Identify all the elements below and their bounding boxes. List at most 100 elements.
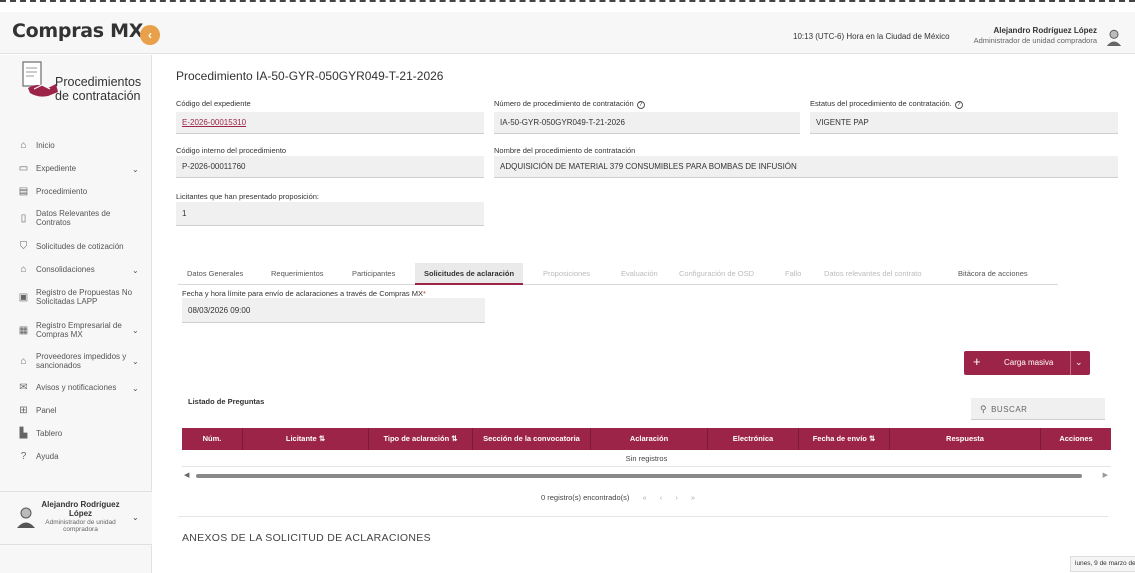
tab-datos-relevantes-contrato: Datos relevantes del contrato (824, 269, 922, 278)
id-card-icon: ▦ (18, 324, 29, 336)
column-header-licitante-label: Licitante (285, 434, 317, 443)
document-icon: ▤ (18, 186, 29, 197)
licitantes-label: Licitantes que han presentado proposició… (176, 192, 320, 201)
user-avatar-icon[interactable] (1105, 28, 1123, 46)
column-header-fecha-envio-label: Fecha de envío (812, 434, 867, 443)
tab-participantes[interactable]: Participantes (352, 263, 395, 285)
scroll-right-arrow-icon[interactable]: ▶ (1103, 471, 1108, 479)
header-time: 10:13 (UTC-6) Hora en la Ciudad de Méxic… (793, 32, 950, 41)
listado-title: Listado de Preguntas (188, 397, 265, 406)
sidebar-item-ayuda[interactable]: ? Ayuda (18, 451, 140, 462)
horizontal-scrollbar[interactable]: ◀ ▶ (184, 471, 1108, 480)
column-header-respuesta-label: Respuesta (946, 434, 984, 443)
sidebar-item-registro-empresarial[interactable]: ▦ Registro Empresarial de Compras MX ⌄ (18, 321, 140, 339)
header-user-role: Administrador de unidad compradora (973, 36, 1097, 45)
table-empty-row: Sin registros (182, 450, 1111, 467)
carga-masiva-button[interactable]: + Carga masiva ⌄ (964, 351, 1090, 375)
search-icon: ⚲ (980, 404, 988, 414)
sidebar-item-datos-relevantes[interactable]: ▯ Datos Relevantes de Contratos (18, 209, 140, 227)
tab-datos-generales[interactable]: Datos Generales (187, 263, 243, 285)
search-input[interactable]: ⚲ BUSCAR (971, 398, 1105, 420)
institution-icon: ⌂ (20, 264, 27, 275)
column-header-aclaracion-label: Aclaración (629, 434, 669, 443)
pagination: 0 registro(s) encontrado(s) « ‹ › » (541, 493, 695, 502)
estatus-field: VIGENTE PAP (810, 112, 1118, 134)
sidebar-item-avisos[interactable]: ✉ Avisos y notificaciones ⌄ (18, 382, 140, 393)
column-header-respuesta: Respuesta (890, 428, 1041, 450)
column-header-licitante[interactable]: Licitante ⇅ (243, 428, 369, 450)
prev-page-icon[interactable]: ‹ (660, 493, 663, 502)
user-avatar-icon (17, 507, 35, 528)
page-title: Procedimiento IA-50-GYR-050GYR049-T-21-2… (176, 69, 444, 83)
sidebar-item-label: Datos Relevantes de Contratos (36, 209, 111, 227)
tab-solicitudes-aclaracion[interactable]: Solicitudes de aclaración (415, 263, 524, 285)
procedure-tabs: Datos Generales Requerimientos Participa… (178, 263, 1058, 285)
sidebar-item-label: Panel (36, 406, 57, 415)
sidebar-item-panel[interactable]: ⊞ Panel (18, 405, 140, 416)
codigo-interno-field: P-2026-00011760 (176, 156, 484, 178)
sidebar-item-solicitudes-cotizacion[interactable]: ⛉ Solicitudes de cotización (18, 241, 140, 252)
tab-fallo: Fallo (785, 269, 802, 278)
sidebar-item-expediente[interactable]: ▭ Expediente ⌄ (18, 163, 140, 174)
sidebar-item-label: Consolidaciones (36, 265, 95, 274)
sidebar-item-label: Procedimiento (36, 187, 88, 196)
home-icon: ⌂ (20, 140, 27, 151)
tab-requerimientos[interactable]: Requerimientos (271, 263, 324, 285)
sidebar-item-label: Inicio (36, 141, 55, 150)
sidebar-user-name: Alejandro Rodríguez López (41, 500, 120, 518)
header-user-info[interactable]: Alejandro Rodríguez López Administrador … (974, 26, 1097, 45)
column-header-seccion: Sección de la convocatoria (473, 428, 591, 450)
scrollbar-thumb[interactable] (196, 474, 1082, 478)
institution-icon: ⌂ (20, 355, 27, 367)
sidebar-item-label: Registro Empresarial de Compras MX (36, 321, 122, 339)
numero-procedimiento-field: IA-50-GYR-050GYR049-T-21-2026 (494, 112, 800, 134)
sidebar-item-label: Proveedores impedidos y sancionados (36, 352, 127, 370)
chevron-down-icon[interactable]: ⌄ (1075, 357, 1083, 368)
sidebar-user-card[interactable]: Alejandro Rodríguez López Administrador … (0, 491, 152, 545)
app-logo[interactable]: Compras MX (12, 20, 143, 42)
sidebar-item-proveedores-impedidos[interactable]: ⌂ Proveedores impedidos y sancionados ⌄ (18, 352, 140, 370)
sort-icon: ⇅ (868, 434, 876, 443)
column-header-tipo-aclaracion[interactable]: Tipo de aclaración ⇅ (369, 428, 473, 450)
folder-icon: ▭ (18, 163, 29, 174)
column-header-seccion-label: Sección de la convocatoria (483, 434, 580, 443)
last-page-icon[interactable]: » (691, 493, 695, 502)
column-header-num-label: Núm. (202, 434, 222, 443)
preguntas-table: Núm. Licitante ⇅ Tipo de aclaración ⇅ Se… (182, 428, 1111, 467)
sidebar-item-label: Expediente (36, 164, 77, 173)
tab-bitacora[interactable]: Bitácora de acciones (958, 263, 1028, 285)
upload-file-icon: ▣ (18, 291, 29, 303)
column-header-aclaracion: Aclaración (591, 428, 708, 450)
codigo-expediente-link[interactable]: E-2026-00015310 (176, 112, 484, 134)
sort-icon: ⇅ (451, 434, 458, 443)
chevron-down-icon: ⌄ (132, 265, 139, 275)
chevron-down-icon: ⌄ (132, 357, 139, 366)
column-header-fecha-envio[interactable]: Fecha de envío ⇅ (799, 428, 890, 450)
scroll-left-arrow-icon[interactable]: ◀ (184, 471, 189, 479)
chevron-down-icon: ⌄ (132, 164, 139, 174)
help-icon[interactable]: ? (954, 101, 963, 109)
first-page-icon[interactable]: « (642, 493, 646, 502)
top-dashed-border (0, 0, 1135, 3)
tab-evaluacion: Evaluación (621, 269, 658, 278)
required-marker: * (422, 289, 426, 298)
licitantes-field: 1 (176, 202, 484, 226)
codigo-expediente-label: Código del expediente (176, 99, 251, 108)
bookmark-icon: ▯ (20, 212, 27, 224)
sidebar: Procedimientos de contratación ⌂ Inicio … (0, 55, 152, 573)
collapse-sidebar-button[interactable]: ‹ (140, 25, 160, 45)
sidebar-item-label: Avisos y notificaciones (36, 383, 117, 392)
main-content: Procedimiento IA-50-GYR-050GYR049-T-21-2… (152, 55, 1135, 573)
sidebar-title: Procedimientos de contratación (55, 75, 141, 103)
column-header-electronica-label: Electrónica (732, 434, 774, 443)
sidebar-item-registro-propuestas[interactable]: ▣ Registro de Propuestas No Solicitadas … (18, 288, 140, 306)
search-placeholder: BUSCAR (991, 405, 1028, 414)
help-icon[interactable]: ? (636, 101, 645, 109)
sidebar-item-inicio[interactable]: ⌂ Inicio (18, 140, 140, 151)
estatus-label-text: Estatus del procedimiento de contratació… (810, 99, 952, 108)
sidebar-item-procedimiento[interactable]: ▤ Procedimiento (18, 186, 140, 197)
sidebar-item-consolidaciones[interactable]: ⌂ Consolidaciones ⌄ (18, 264, 140, 275)
tab-configuracion-osd: Configuración de OSD (679, 269, 755, 278)
next-page-icon[interactable]: › (675, 493, 678, 502)
sidebar-item-tablero[interactable]: ▙ Tablero (18, 428, 140, 439)
